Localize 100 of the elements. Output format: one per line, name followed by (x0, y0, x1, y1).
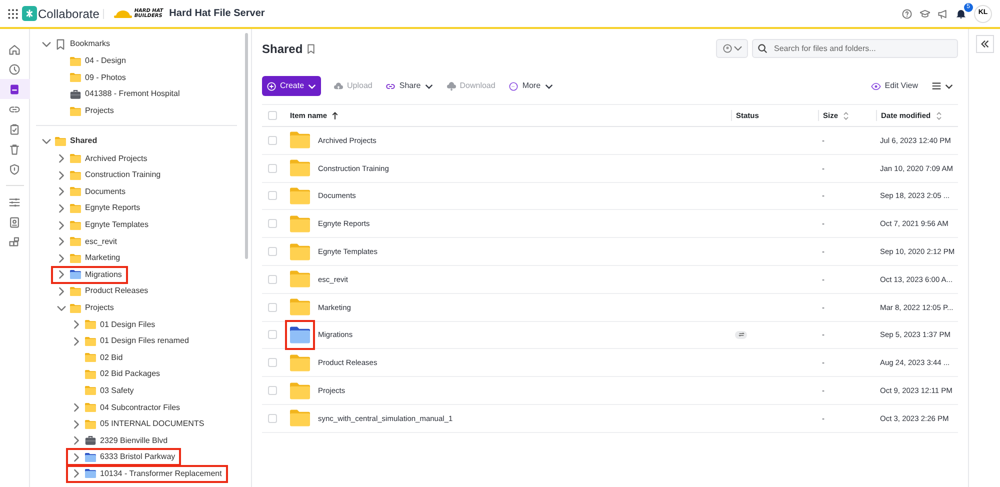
expand-toggle[interactable] (57, 187, 66, 196)
contact-card-icon (9, 216, 20, 228)
bookmark-button[interactable] (306, 44, 315, 54)
row-checkbox[interactable] (268, 358, 277, 368)
toolbar-button[interactable]: Create (262, 76, 322, 96)
files-nav-button[interactable] (0, 79, 30, 99)
row-checkbox[interactable] (268, 414, 277, 423)
folder-icon (70, 106, 81, 117)
tree-item[interactable]: 02 Bid Packages (100, 368, 160, 380)
folder-icon (290, 297, 310, 318)
tree-item[interactable]: Projects (85, 105, 114, 118)
tree-item[interactable]: 04 - Design (85, 55, 126, 68)
expand-toggle[interactable] (57, 220, 66, 230)
select-all-checkbox[interactable] (268, 111, 277, 120)
tree-item[interactable]: esc_revit (85, 236, 118, 248)
tree-item[interactable]: Egnyte Templates (85, 219, 148, 232)
help-button[interactable] (902, 8, 912, 18)
tree-item[interactable]: Construction Training (85, 169, 161, 182)
row-checkbox[interactable] (268, 136, 277, 145)
folder-icon (290, 324, 310, 345)
eye-icon (870, 82, 881, 90)
expand-toggle[interactable] (57, 237, 66, 246)
expand-toggle[interactable] (57, 304, 66, 313)
search-field[interactable]: Search for files and folders... (752, 39, 958, 58)
row-checkbox[interactable] (268, 386, 277, 396)
expand-toggle[interactable] (72, 469, 81, 478)
filter-dropdown[interactable] (716, 39, 748, 58)
expand-toggle[interactable] (57, 170, 66, 180)
announcements-button[interactable] (938, 8, 948, 18)
list-icon (932, 82, 941, 90)
tree-item[interactable]: 03 Safety (100, 384, 134, 397)
toolbar-button[interactable]: More (504, 77, 558, 95)
row-checkbox[interactable] (268, 302, 277, 312)
folder-icon (290, 269, 310, 290)
user-circle-icon (722, 44, 732, 53)
home-icon (9, 44, 20, 54)
tree-item[interactable]: Projects (85, 302, 114, 314)
expand-toggle[interactable] (72, 403, 81, 412)
tree-item[interactable]: Migrations (85, 268, 122, 281)
apps-menu-button[interactable] (8, 8, 18, 18)
expand-toggle[interactable] (72, 452, 81, 462)
row-checkbox[interactable] (268, 164, 277, 173)
folder-icon (290, 242, 310, 262)
tree-item[interactable]: 09 - Photos (85, 72, 126, 84)
graduation-cap-icon (920, 8, 930, 18)
tree-item[interactable]: 01 Design Files (100, 318, 156, 331)
tree-item[interactable]: Product Releases (85, 285, 148, 298)
tree-item[interactable]: Bookmarks (70, 38, 110, 50)
collapse-panel-button[interactable] (976, 35, 994, 53)
row-checkbox[interactable] (268, 219, 277, 228)
tree-item[interactable]: Shared (70, 135, 98, 148)
expand-toggle[interactable] (57, 270, 66, 280)
expand-toggle[interactable] (57, 204, 66, 213)
scrollbar-thumb[interactable] (245, 33, 248, 259)
expand-toggle[interactable] (57, 254, 66, 263)
chevron-down-icon (42, 40, 51, 48)
edit-view-button[interactable]: Edit View (866, 77, 923, 95)
folder-icon (70, 252, 81, 264)
notifications-button[interactable] (956, 8, 966, 18)
folder-icon (70, 236, 81, 248)
bell-icon (956, 8, 966, 18)
clipboard-icon (9, 124, 20, 134)
expand-toggle[interactable] (57, 286, 66, 296)
bookmark-icon (55, 38, 66, 50)
row-checkbox[interactable] (268, 191, 277, 200)
tree-item[interactable]: 04 Subcontractor Files (100, 402, 180, 414)
tree-item[interactable]: Documents (85, 186, 126, 198)
row-checkbox[interactable] (268, 247, 277, 256)
folder-icon (85, 402, 96, 414)
toolbar-button[interactable]: Share (381, 77, 438, 95)
more-icon (509, 82, 518, 90)
tree-item[interactable]: 05 INTERNAL DOCUMENTS (100, 418, 204, 430)
row-checkbox[interactable] (268, 274, 277, 284)
expand-toggle[interactable] (42, 136, 51, 146)
tree-item[interactable]: Archived Projects (85, 152, 148, 165)
double-chevron-left-icon (980, 40, 988, 48)
search-icon (758, 44, 767, 53)
expand-toggle[interactable] (42, 40, 51, 48)
tree-item[interactable]: 01 Design Files renamed (100, 335, 189, 348)
tree-item[interactable]: Egnyte Reports (85, 202, 140, 214)
tree-item[interactable]: 6333 Bristol Parkway (100, 451, 176, 464)
tree-item[interactable]: 10134 - Transformer Replacement (100, 468, 222, 480)
row-checkbox[interactable] (268, 330, 277, 340)
folder-icon (290, 186, 310, 206)
chevron-down-icon (57, 304, 66, 313)
tree-item[interactable]: 02 Bid (100, 352, 123, 364)
folder-icon (290, 408, 310, 428)
page-title: Shared (262, 40, 303, 58)
folder-icon (85, 418, 96, 430)
folder-icon (70, 72, 81, 84)
expand-toggle[interactable] (72, 436, 81, 446)
briefcase-icon (70, 88, 81, 100)
expand-toggle[interactable] (72, 320, 81, 330)
tree-item[interactable]: Marketing (85, 252, 120, 264)
expand-toggle[interactable] (57, 154, 66, 164)
tree-item[interactable]: 041388 - Fremont Hospital (85, 88, 180, 100)
tree-item[interactable]: 2329 Bienville Blvd (100, 434, 168, 447)
expand-toggle[interactable] (72, 420, 81, 429)
training-button[interactable] (920, 8, 930, 18)
expand-toggle[interactable] (72, 336, 81, 346)
